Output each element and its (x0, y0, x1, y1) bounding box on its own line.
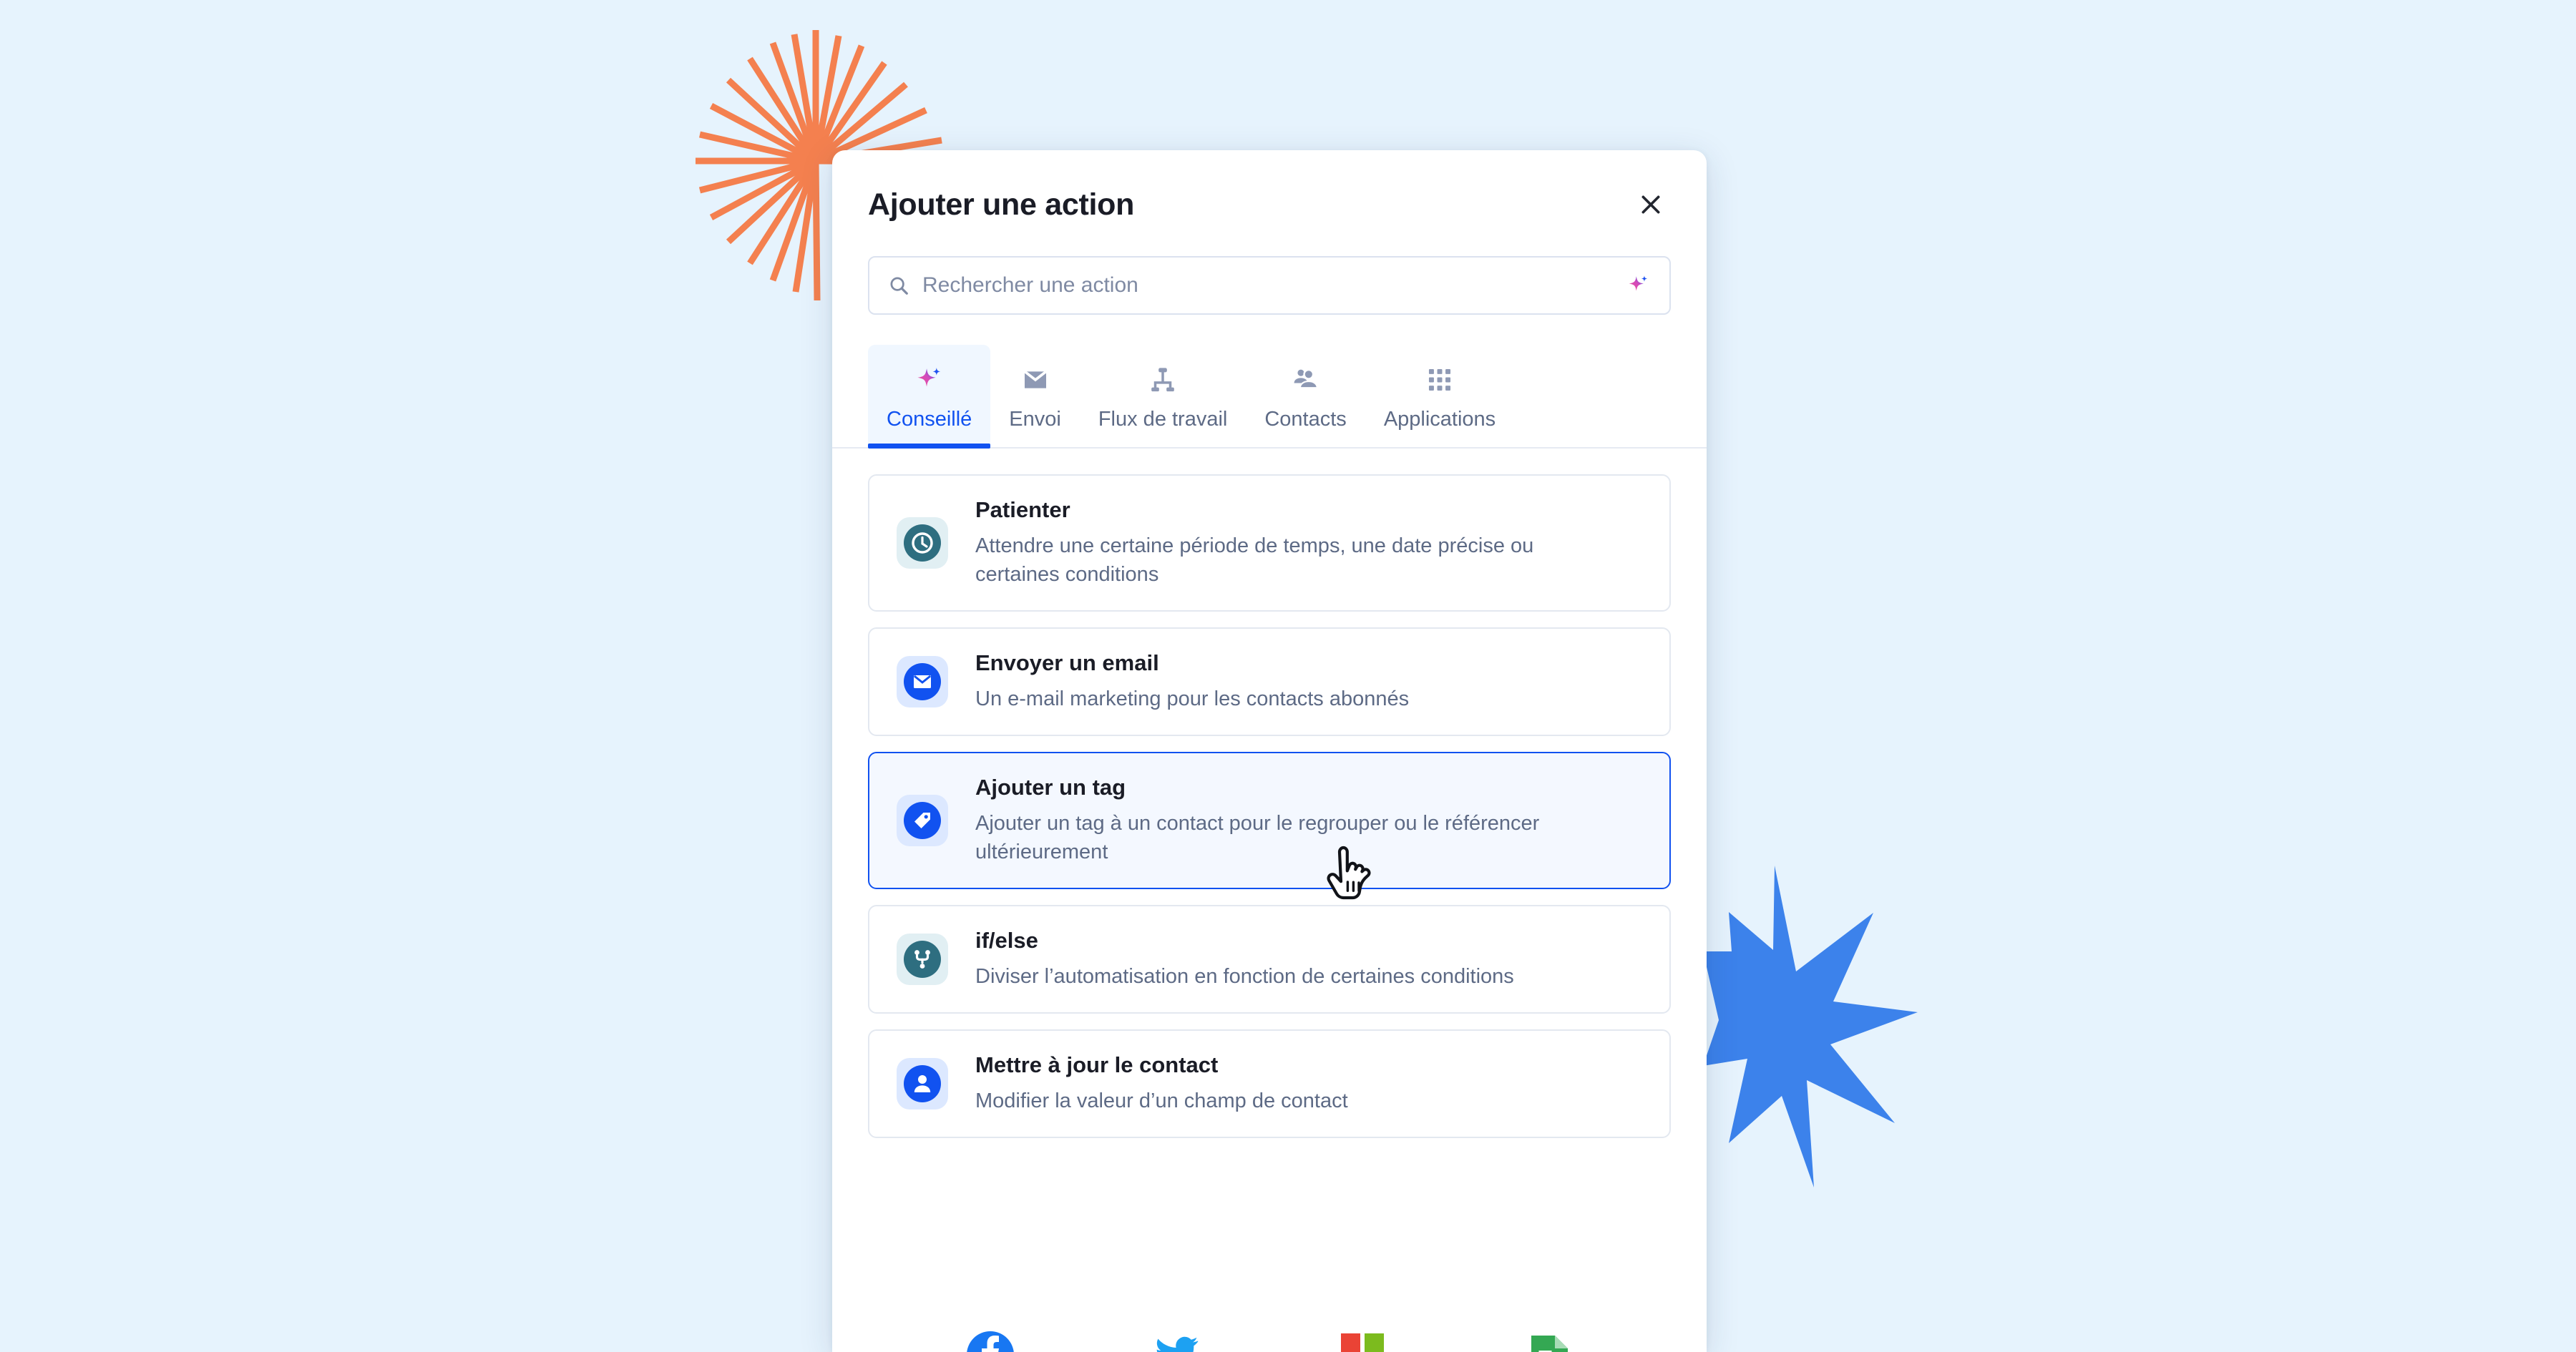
blue-starburst-decoration (1703, 866, 1918, 1187)
action-text: Patienter Attendre une certaine période … (975, 497, 1645, 589)
action-text: Envoyer un email Un e-mail marketing pou… (975, 650, 1645, 713)
search-icon (890, 277, 908, 295)
search-section (832, 225, 1707, 315)
tab-flux-de-travail[interactable]: Flux de travail (1080, 345, 1246, 447)
google-logo[interactable] (1330, 1329, 1395, 1352)
person-icon (894, 1055, 951, 1112)
action-description: Un e-mail marketing pour les contacts ab… (975, 687, 1410, 711)
excel-logo[interactable] (1516, 1329, 1581, 1352)
action-card-mettre-a-jour-le-contact[interactable]: Mettre à jour le contact Modifier la val… (868, 1029, 1671, 1139)
envelope-icon (894, 653, 951, 710)
action-card-ajouter-un-tag[interactable]: Ajouter un tag Ajouter un tag à un conta… (868, 752, 1671, 890)
action-title: Ajouter un tag (975, 775, 1126, 800)
tab-label: Flux de travail (1098, 408, 1228, 431)
facebook-logo[interactable] (958, 1329, 1023, 1352)
action-description: Diviser l’automatisation en fonction de … (975, 965, 1514, 989)
action-title: if/else (975, 928, 1038, 954)
action-description: Modifier la valeur d’un champ de contact (975, 1089, 1348, 1113)
action-title: Mettre à jour le contact (975, 1052, 1219, 1078)
ai-suggest-button[interactable] (1626, 273, 1651, 298)
clock-icon (894, 514, 951, 572)
close-icon (1641, 195, 1660, 214)
app-logos-strip (832, 1309, 1707, 1352)
branch-icon (894, 931, 951, 988)
tag-icon (894, 792, 951, 849)
hierarchy-icon (1148, 363, 1177, 396)
action-card-if-else[interactable]: if/else Diviser l’automatisation en fonc… (868, 905, 1671, 1014)
add-action-modal: Ajouter une action Rechercher une action… (832, 150, 1707, 1352)
action-description: Attendre une certaine période de temps, … (975, 534, 1534, 587)
tab-applications[interactable]: Applications (1365, 345, 1514, 447)
action-card-patienter[interactable]: Patienter Attendre une certaine période … (868, 474, 1671, 612)
modal-header: Ajouter une action (832, 150, 1707, 225)
search-box[interactable] (868, 256, 1671, 315)
action-title: Patienter (975, 497, 1070, 522)
sparkle-ai-icon (1629, 275, 1648, 291)
tab-envoi[interactable]: Envoi (990, 345, 1080, 447)
tab-label: Envoi (1009, 408, 1061, 431)
action-text: Mettre à jour le contact Modifier la val… (975, 1052, 1645, 1115)
tab-label: Applications (1383, 408, 1496, 431)
envelope-icon (1021, 363, 1050, 396)
tab-conseille[interactable]: Conseillé (868, 345, 991, 449)
sparkle-icon (914, 363, 945, 396)
action-list: Patienter Attendre une certaine période … (832, 449, 1707, 1139)
tab-contacts[interactable]: Contacts (1246, 345, 1365, 447)
category-tabs: Conseillé Envoi Flux de travail Contacts… (832, 315, 1707, 449)
action-card-envoyer-un-email[interactable]: Envoyer un email Un e-mail marketing pou… (868, 627, 1671, 737)
tab-label: Conseillé (887, 408, 972, 431)
grid-icon (1426, 363, 1453, 396)
action-text: Ajouter un tag Ajouter un tag à un conta… (975, 775, 1645, 866)
action-text: if/else Diviser l’automatisation en fonc… (975, 928, 1645, 991)
action-description: Ajouter un tag à un contact pour le regr… (975, 812, 1540, 864)
tab-label: Contacts (1264, 408, 1347, 431)
people-icon (1291, 363, 1321, 396)
close-button[interactable] (1631, 185, 1671, 225)
page-title: Ajouter une action (868, 187, 1135, 222)
twitter-logo[interactable] (1144, 1329, 1209, 1352)
action-title: Envoyer un email (975, 650, 1159, 676)
search-input[interactable] (922, 273, 1626, 298)
